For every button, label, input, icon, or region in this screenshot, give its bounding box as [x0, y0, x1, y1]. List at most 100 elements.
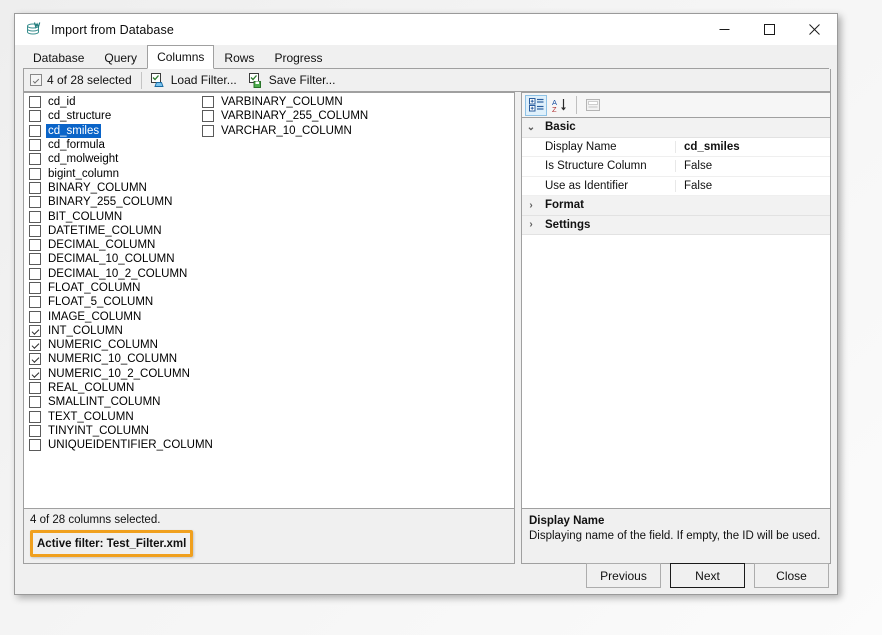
- column-checkbox-icon[interactable]: [29, 253, 41, 265]
- column-list-item[interactable]: NUMERIC_10_2_COLUMN: [28, 367, 215, 381]
- column-list-item[interactable]: TEXT_COLUMN: [28, 410, 215, 424]
- property-value[interactable]: False: [676, 160, 712, 172]
- tab-columns[interactable]: Columns: [147, 45, 214, 69]
- import-from-database-dialog: Import from Database DatabaseQueryColumn…: [14, 13, 838, 595]
- tab-rows[interactable]: Rows: [214, 48, 264, 69]
- column-list-item[interactable]: bigint_column: [28, 166, 215, 180]
- select-all-toggle[interactable]: 4 of 28 selected: [24, 70, 138, 91]
- column-checkbox-icon[interactable]: [29, 196, 41, 208]
- column-name-label: DECIMAL_10_2_COLUMN: [46, 267, 189, 281]
- column-list-item[interactable]: NUMERIC_10_COLUMN: [28, 352, 215, 366]
- column-list-item[interactable]: TINYINT_COLUMN: [28, 424, 215, 438]
- tab-query[interactable]: Query: [94, 48, 147, 69]
- column-checkbox-icon[interactable]: [29, 411, 41, 423]
- property-name: Settings: [540, 219, 676, 231]
- column-checkbox-icon[interactable]: [29, 425, 41, 437]
- column-checkbox-icon[interactable]: [29, 168, 41, 180]
- column-checkbox-icon[interactable]: [202, 96, 214, 108]
- column-checkbox-icon[interactable]: [29, 153, 41, 165]
- column-list-item[interactable]: BIT_COLUMN: [28, 209, 215, 223]
- column-checkbox-icon[interactable]: [29, 382, 41, 394]
- column-list-item[interactable]: SMALLINT_COLUMN: [28, 395, 215, 409]
- column-list-item[interactable]: BINARY_255_COLUMN: [28, 195, 215, 209]
- expander-icon[interactable]: ›: [522, 200, 540, 211]
- column-checkbox-icon[interactable]: [29, 311, 41, 323]
- column-list-item[interactable]: cd_smiles: [28, 124, 215, 138]
- previous-button[interactable]: Previous: [586, 563, 661, 588]
- column-checkbox-icon[interactable]: [29, 211, 41, 223]
- column-checkbox-icon[interactable]: [29, 439, 41, 451]
- column-list-item[interactable]: REAL_COLUMN: [28, 381, 215, 395]
- save-filter-button[interactable]: Save Filter...: [243, 70, 342, 91]
- column-list-item[interactable]: FLOAT_COLUMN: [28, 281, 215, 295]
- load-filter-button[interactable]: Load Filter...: [145, 70, 243, 91]
- column-list-item[interactable]: DECIMAL_COLUMN: [28, 238, 215, 252]
- columns-listbox[interactable]: cd_idcd_structurecd_smilescd_formulacd_m…: [23, 92, 515, 511]
- expander-icon[interactable]: ⌄: [522, 122, 540, 133]
- column-name-label: BINARY_255_COLUMN: [46, 195, 174, 209]
- column-list-item[interactable]: DECIMAL_10_COLUMN: [28, 252, 215, 266]
- column-name-label: NUMERIC_COLUMN: [46, 338, 160, 352]
- close-button-bottom[interactable]: Close: [754, 563, 829, 588]
- column-checkbox-icon[interactable]: [29, 325, 41, 337]
- property-category-row[interactable]: ⌄Basic: [522, 118, 830, 138]
- property-name: Basic: [540, 121, 676, 133]
- property-value[interactable]: False: [676, 180, 712, 192]
- property-category-row[interactable]: ›Settings: [522, 216, 830, 236]
- next-button[interactable]: Next: [670, 563, 745, 588]
- column-list-item[interactable]: cd_id: [28, 95, 215, 109]
- column-name-label: cd_smiles: [46, 124, 101, 138]
- property-row[interactable]: Display Namecd_smiles: [522, 138, 830, 158]
- close-button[interactable]: [792, 14, 837, 45]
- column-list-item[interactable]: cd_structure: [28, 109, 215, 123]
- column-checkbox-icon[interactable]: [29, 353, 41, 365]
- column-list-item[interactable]: VARBINARY_COLUMN: [201, 95, 370, 109]
- column-list-item[interactable]: cd_molweight: [28, 152, 215, 166]
- property-grid[interactable]: ⌄BasicDisplay Namecd_smilesIs Structure …: [521, 117, 831, 511]
- tab-progress[interactable]: Progress: [264, 48, 332, 69]
- column-checkbox-icon[interactable]: [29, 225, 41, 237]
- column-list-item[interactable]: NUMERIC_COLUMN: [28, 338, 215, 352]
- property-row[interactable]: Is Structure ColumnFalse: [522, 157, 830, 177]
- column-checkbox-icon[interactable]: [29, 282, 41, 294]
- column-name-label: VARBINARY_255_COLUMN: [219, 109, 370, 123]
- tab-database[interactable]: Database: [23, 48, 94, 69]
- column-checkbox-icon[interactable]: [29, 268, 41, 280]
- property-row[interactable]: Use as IdentifierFalse: [522, 177, 830, 197]
- minimize-button[interactable]: [702, 14, 747, 45]
- column-list-item[interactable]: IMAGE_COLUMN: [28, 309, 215, 323]
- property-value[interactable]: cd_smiles: [676, 141, 740, 153]
- column-checkbox-icon[interactable]: [29, 296, 41, 308]
- column-checkbox-icon[interactable]: [29, 125, 41, 137]
- categorized-view-button[interactable]: [525, 95, 547, 116]
- column-checkbox-icon[interactable]: [29, 368, 41, 380]
- property-pages-button[interactable]: [582, 95, 604, 116]
- column-list-item[interactable]: UNIQUEIDENTIFIER_COLUMN: [28, 438, 215, 452]
- column-checkbox-icon[interactable]: [29, 396, 41, 408]
- column-checkbox-icon[interactable]: [202, 110, 214, 122]
- column-list-item[interactable]: BINARY_COLUMN: [28, 181, 215, 195]
- selected-count-label: 4 of 28 selected: [47, 73, 132, 87]
- expander-icon[interactable]: ›: [522, 219, 540, 230]
- column-list-item[interactable]: VARCHAR_10_COLUMN: [201, 124, 370, 138]
- column-list-item[interactable]: FLOAT_5_COLUMN: [28, 295, 215, 309]
- column-checkbox-icon[interactable]: [29, 239, 41, 251]
- maximize-button[interactable]: [747, 14, 792, 45]
- sort-alphabetical-button[interactable]: A Z: [549, 95, 571, 116]
- column-checkbox-icon[interactable]: [29, 182, 41, 194]
- property-name: Format: [540, 199, 676, 211]
- column-checkbox-icon[interactable]: [29, 96, 41, 108]
- dialog-client-area: DatabaseQueryColumnsRowsProgress 4 of 28…: [15, 45, 837, 594]
- column-checkbox-icon[interactable]: [29, 339, 41, 351]
- column-checkbox-icon[interactable]: [29, 139, 41, 151]
- property-category-row[interactable]: ›Format: [522, 196, 830, 216]
- column-list-item[interactable]: INT_COLUMN: [28, 324, 215, 338]
- column-list-item[interactable]: cd_formula: [28, 138, 215, 152]
- column-checkbox-icon[interactable]: [29, 110, 41, 122]
- column-list-item[interactable]: DATETIME_COLUMN: [28, 224, 215, 238]
- selection-status-text: 4 of 28 columns selected.: [30, 513, 508, 528]
- column-list-item[interactable]: DECIMAL_10_2_COLUMN: [28, 267, 215, 281]
- column-name-label: bigint_column: [46, 167, 121, 181]
- column-list-item[interactable]: VARBINARY_255_COLUMN: [201, 109, 370, 123]
- column-checkbox-icon[interactable]: [202, 125, 214, 137]
